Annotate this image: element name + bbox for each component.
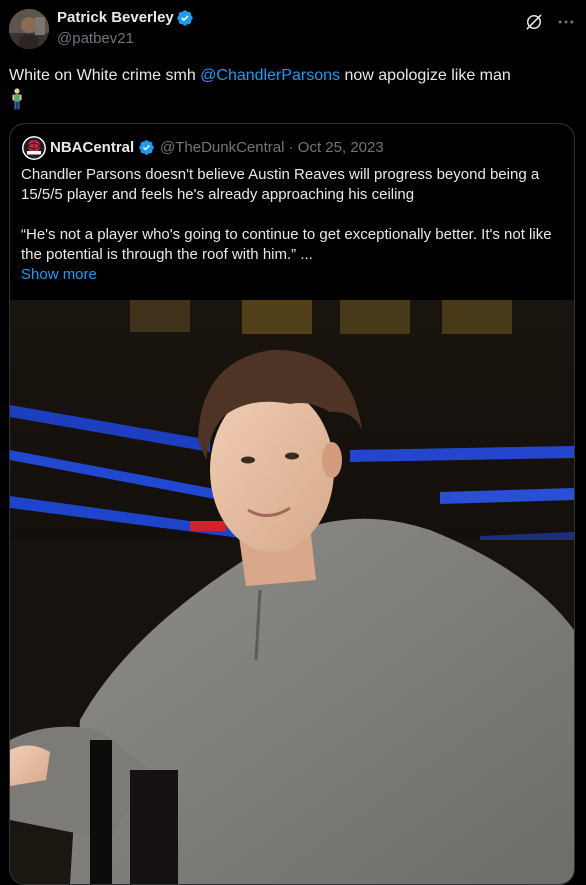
mention-link[interactable]: @ChandlerParsons <box>200 67 340 84</box>
quoted-text: Chandler Parsons doesn't believe Austin … <box>21 165 565 265</box>
meta-separator: · <box>288 139 294 156</box>
quoted-meta: @TheDunkCentral · Oct 25, 2023 <box>160 139 384 157</box>
quoted-paragraph-2: “He's not a player who's going to contin… <box>21 226 552 263</box>
grok-icon[interactable] <box>524 12 544 32</box>
quoted-verified-badge-icon <box>139 140 154 155</box>
quoted-photo[interactable] <box>10 300 574 884</box>
post: Patrick Beverley @patbev21 White on Whit… <box>0 0 586 885</box>
quoted-author-handle[interactable]: @TheDunkCentral <box>160 139 284 156</box>
show-more-link[interactable]: Show more <box>21 265 97 285</box>
quoted-post[interactable]: NBACentral @TheDunkCentral · Oct 25, 202… <box>9 123 575 885</box>
post-text-end: now apologize like man <box>340 67 511 84</box>
quoted-author-name[interactable]: NBACentral <box>50 139 134 157</box>
author-name[interactable]: Patrick Beverley <box>57 9 174 27</box>
post-text: White on White crime smh @ChandlerParson… <box>9 66 569 86</box>
quoted-author-avatar[interactable] <box>22 136 46 160</box>
verified-badge-icon <box>177 10 193 26</box>
more-dots-icon[interactable] <box>556 12 576 32</box>
author-avatar[interactable] <box>9 9 49 49</box>
post-text-start: White on White crime smh <box>9 67 201 84</box>
author-handle[interactable]: @patbev21 <box>57 30 134 48</box>
quoted-paragraph-1: Chandler Parsons doesn't believe Austin … <box>21 166 540 203</box>
quoted-date[interactable]: Oct 25, 2023 <box>298 139 384 156</box>
person-standing-emoji <box>12 88 22 110</box>
